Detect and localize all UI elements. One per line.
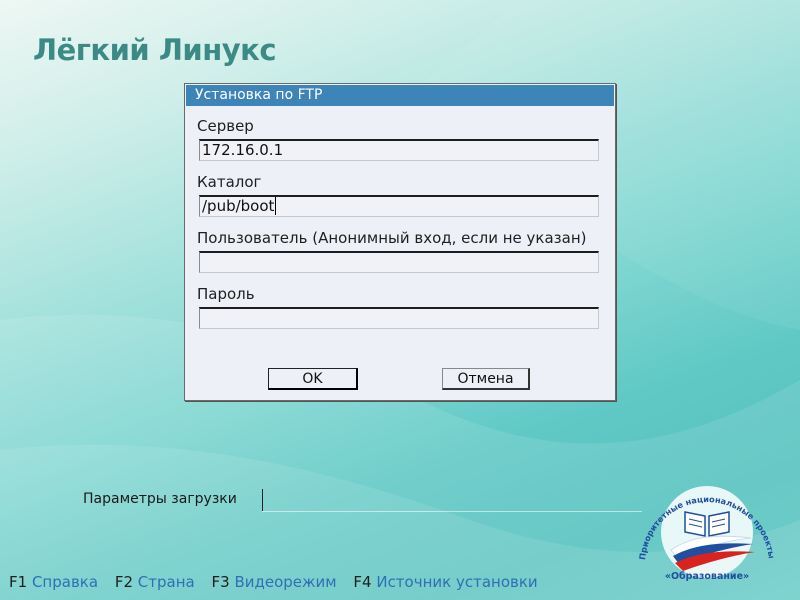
boot-params-input[interactable] [262, 489, 263, 511]
national-projects-logo: Приоритетные национальные проекты «Образ… [637, 486, 777, 582]
password-input[interactable] [199, 307, 599, 329]
server-label: Сервер [197, 117, 254, 135]
user-label: Пользователь (Анонимный вход, если не ук… [197, 229, 587, 247]
fkey-country[interactable]: F2 Страна [115, 573, 195, 591]
cancel-button[interactable]: Отмена [442, 368, 530, 390]
app-title: Лёгкий Линукс [33, 33, 277, 67]
server-value: 172.16.0.1 [202, 141, 284, 159]
ftp-install-dialog: Установка по FTP Сервер 172.16.0.1 Катал… [184, 83, 616, 401]
server-input[interactable]: 172.16.0.1 [199, 139, 599, 161]
boot-params-label: Параметры загрузки [83, 491, 237, 507]
directory-label: Каталог [197, 173, 262, 191]
logo-bottom-text: «Образование» [665, 571, 749, 582]
fkey-install-source[interactable]: F4 Источник установки [353, 573, 537, 591]
ok-button[interactable]: OK [268, 368, 358, 390]
function-key-bar: F1 Справка F2 Страна F3 Видеорежим F4 Ис… [9, 573, 550, 591]
directory-input[interactable]: /pub/boot [199, 195, 599, 217]
user-input[interactable] [199, 251, 599, 273]
password-label: Пароль [197, 285, 255, 303]
text-caret [275, 197, 277, 215]
dialog-title: Установка по FTP [186, 85, 614, 106]
boot-params-underline [262, 511, 642, 512]
fkey-help[interactable]: F1 Справка [9, 573, 98, 591]
directory-value: /pub/boot [202, 197, 275, 215]
fkey-video-mode[interactable]: F3 Видеорежим [212, 573, 337, 591]
